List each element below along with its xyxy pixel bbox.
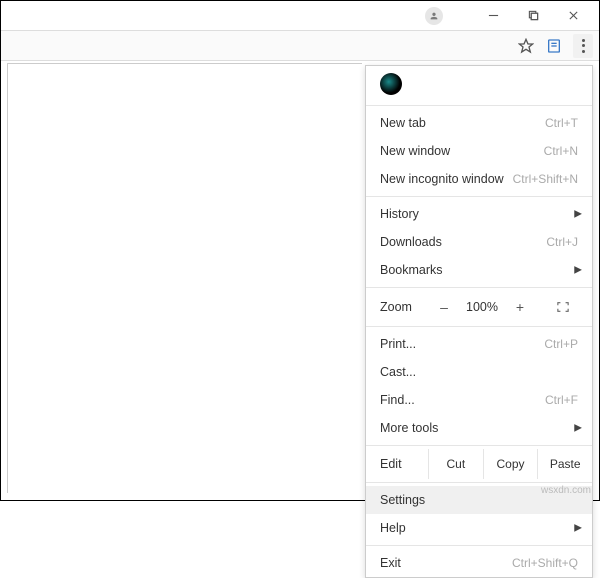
bookmarks-label: Bookmarks (380, 263, 578, 277)
new-tab-label: New tab (380, 116, 545, 130)
new-incognito-shortcut: Ctrl+Shift+N (513, 172, 578, 186)
cast-item[interactable]: Cast... (366, 358, 592, 386)
paste-button[interactable]: Paste (537, 449, 592, 479)
cast-label: Cast... (380, 365, 578, 379)
history-item[interactable]: History ▶ (366, 200, 592, 228)
downloads-item[interactable]: Downloads Ctrl+J (366, 228, 592, 256)
profile-icon[interactable] (425, 7, 443, 25)
edit-label: Edit (380, 449, 428, 479)
bookmark-star-icon[interactable] (517, 37, 535, 55)
new-incognito-item[interactable]: New incognito window Ctrl+Shift+N (366, 165, 592, 193)
maximize-button[interactable] (513, 2, 553, 30)
exit-shortcut: Ctrl+Shift+Q (512, 556, 578, 570)
more-menu-button[interactable] (573, 34, 593, 58)
page-content (7, 63, 362, 493)
new-window-shortcut: Ctrl+N (544, 144, 578, 158)
close-button[interactable] (553, 2, 593, 30)
zoom-row: Zoom – 100% + (366, 291, 592, 323)
find-item[interactable]: Find... Ctrl+F (366, 386, 592, 414)
chevron-right-icon: ▶ (574, 209, 582, 220)
separator (366, 287, 592, 288)
separator (366, 326, 592, 327)
new-incognito-label: New incognito window (380, 172, 513, 186)
reader-note-icon[interactable] (545, 37, 563, 55)
chevron-right-icon: ▶ (574, 423, 582, 434)
window-titlebar (1, 1, 599, 31)
more-tools-item[interactable]: More tools ▶ (366, 414, 592, 442)
separator (366, 105, 592, 106)
chevron-right-icon: ▶ (574, 265, 582, 276)
help-item[interactable]: Help ▶ (366, 514, 592, 542)
separator (366, 545, 592, 546)
exit-label: Exit (380, 556, 512, 570)
zoom-value: 100% (458, 300, 506, 314)
separator (366, 482, 592, 483)
downloads-label: Downloads (380, 235, 546, 249)
cut-button[interactable]: Cut (428, 449, 483, 479)
zoom-out-button[interactable]: – (430, 299, 458, 315)
edit-row: Edit Cut Copy Paste (366, 449, 592, 479)
downloads-shortcut: Ctrl+J (546, 235, 578, 249)
exit-item[interactable]: Exit Ctrl+Shift+Q (366, 549, 592, 577)
print-item[interactable]: Print... Ctrl+P (366, 330, 592, 358)
profile-row[interactable] (366, 66, 592, 102)
avatar-icon (380, 73, 402, 95)
print-shortcut: Ctrl+P (544, 337, 578, 351)
fullscreen-button[interactable] (546, 297, 580, 317)
help-label: Help (380, 521, 578, 535)
find-shortcut: Ctrl+F (545, 393, 578, 407)
history-label: History (380, 207, 578, 221)
separator (366, 196, 592, 197)
browser-menu: New tab Ctrl+T New window Ctrl+N New inc… (365, 65, 593, 578)
new-window-item[interactable]: New window Ctrl+N (366, 137, 592, 165)
more-tools-label: More tools (380, 421, 578, 435)
browser-toolbar (1, 31, 599, 61)
bookmarks-item[interactable]: Bookmarks ▶ (366, 256, 592, 284)
minimize-button[interactable] (473, 2, 513, 30)
copy-button[interactable]: Copy (483, 449, 538, 479)
new-tab-item[interactable]: New tab Ctrl+T (366, 109, 592, 137)
new-tab-shortcut: Ctrl+T (545, 116, 578, 130)
print-label: Print... (380, 337, 544, 351)
zoom-label: Zoom (380, 300, 430, 314)
separator (366, 445, 592, 446)
watermark: wsxdn.com (541, 485, 591, 496)
new-window-label: New window (380, 144, 544, 158)
find-label: Find... (380, 393, 545, 407)
chevron-right-icon: ▶ (574, 523, 582, 534)
zoom-in-button[interactable]: + (506, 299, 534, 315)
